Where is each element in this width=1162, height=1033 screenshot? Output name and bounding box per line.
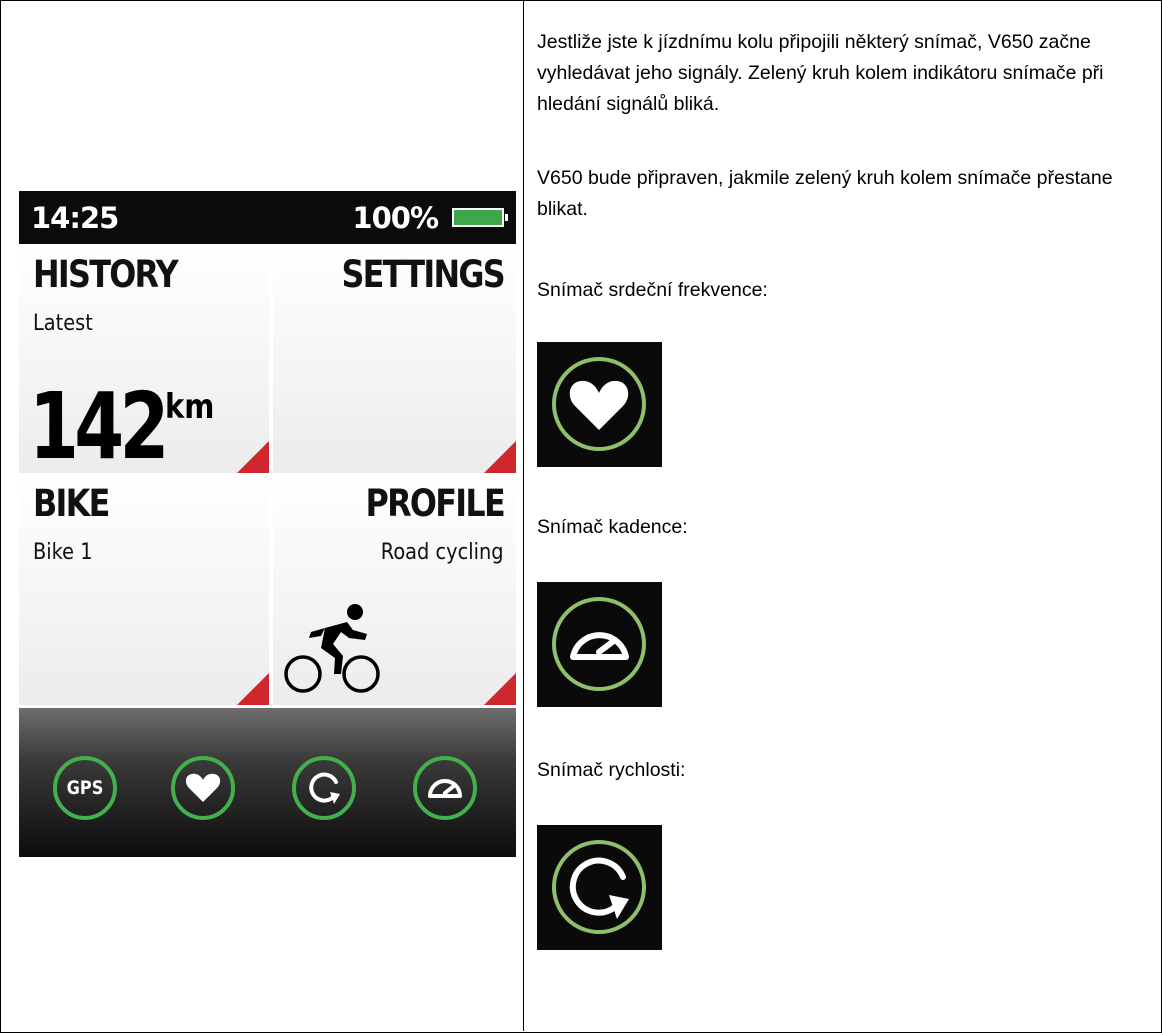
cadence-icon [552,597,646,691]
cyclist-icon [284,604,380,693]
corner-marker [237,673,269,705]
history-title: HISTORY [33,253,179,296]
speed-sensor-image [537,825,662,950]
settings-tile[interactable]: SETTINGS [273,247,516,473]
profile-title: PROFILE [365,482,506,525]
status-bar: 14:25 100% [19,191,516,244]
heart-rate-sensor-image [537,342,662,467]
corner-marker [237,441,269,473]
bike-tile[interactable]: BIKE Bike 1 [19,476,269,705]
intro-paragraph: Jestliže jste k jízdnímu kolu připojili … [537,31,1104,115]
history-distance: 142 [29,373,169,473]
profile-subtitle: Road cycling [381,540,504,565]
bike-title: BIKE [33,482,110,525]
heart-icon [185,773,221,802]
corner-marker [484,673,516,705]
column-divider [523,0,524,1031]
history-unit: km [165,387,215,427]
ready-paragraph: V650 bude připraven, jakmile zelený kruh… [537,167,1113,220]
speed-icon [552,840,646,934]
speed-sensor-label: Snímač rychlosti: [537,759,686,781]
heart-icon [552,357,646,451]
clock-time: 14:25 [31,201,119,235]
cadence-sensor-image [537,582,662,707]
cadence-sensor-indicator [413,756,477,820]
settings-title: SETTINGS [341,253,505,296]
device-screen: 14:25 100% HISTORY Latest 142 km SETTING… [19,191,516,857]
heart-rate-sensor-label: Snímač srdeční frekvence: [537,279,768,301]
speed-sensor-indicator [292,756,356,820]
bike-subtitle: Bike 1 [33,540,93,565]
history-subtitle: Latest [33,311,93,336]
history-tile[interactable]: HISTORY Latest 142 km [19,247,269,473]
cadence-icon [428,779,462,798]
gps-sensor-indicator: GPS [53,756,117,820]
sensor-bar: GPS [19,708,516,857]
heart-rate-sensor-indicator [171,756,235,820]
battery-percent: 100% [352,201,439,235]
profile-tile[interactable]: PROFILE Road cycling [273,476,516,705]
cadence-sensor-label: Snímač kadence: [537,516,688,538]
speed-icon [309,772,340,804]
battery-icon [452,208,508,227]
corner-marker [484,441,516,473]
gps-label: GPS [66,777,104,799]
